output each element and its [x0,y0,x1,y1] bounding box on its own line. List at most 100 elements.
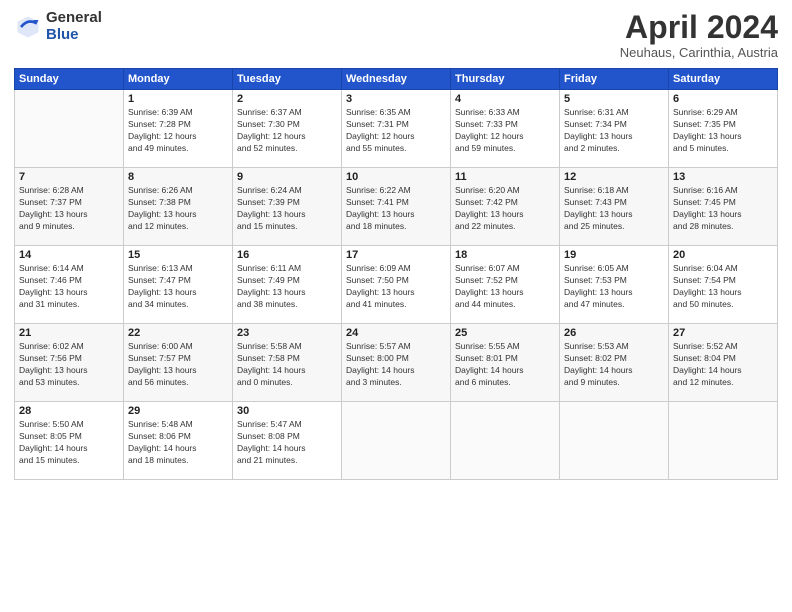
day-number: 14 [19,249,119,261]
cell-text: Sunrise: 5:47 AM Sunset: 8:08 PM Dayligh… [237,419,337,467]
calendar-cell: 7 Sunrise: 6:28 AM Sunset: 7:37 PM Daylig… [15,168,124,246]
day-number: 26 [564,327,664,339]
weekday-wednesday: Wednesday [342,69,451,90]
day-number: 16 [237,249,337,261]
day-number: 7 [19,171,119,183]
calendar-cell: 11 Sunrise: 6:20 AM Sunset: 7:42 PM Dayli… [451,168,560,246]
cell-text: Sunrise: 6:26 AM Sunset: 7:38 PM Dayligh… [128,185,228,233]
weekday-thursday: Thursday [451,69,560,90]
calendar-cell [342,402,451,480]
cell-text: Sunrise: 6:20 AM Sunset: 7:42 PM Dayligh… [455,185,555,233]
day-number: 8 [128,171,228,183]
calendar-table: SundayMondayTuesdayWednesdayThursdayFrid… [14,68,778,480]
day-number: 15 [128,249,228,261]
cell-text: Sunrise: 6:39 AM Sunset: 7:28 PM Dayligh… [128,107,228,155]
day-number: 9 [237,171,337,183]
weekday-header-row: SundayMondayTuesdayWednesdayThursdayFrid… [15,69,778,90]
cell-text: Sunrise: 5:52 AM Sunset: 8:04 PM Dayligh… [673,341,773,389]
day-number: 28 [19,405,119,417]
calendar-cell [669,402,778,480]
calendar-cell: 4 Sunrise: 6:33 AM Sunset: 7:33 PM Daylig… [451,90,560,168]
logo-icon [14,13,42,41]
logo-blue: Blue [46,27,102,44]
week-row-3: 21 Sunrise: 6:02 AM Sunset: 7:56 PM Dayli… [15,324,778,402]
calendar-cell: 28 Sunrise: 5:50 AM Sunset: 8:05 PM Dayli… [15,402,124,480]
logo: General Blue [14,10,102,43]
cell-text: Sunrise: 5:50 AM Sunset: 8:05 PM Dayligh… [19,419,119,467]
day-number: 13 [673,171,773,183]
cell-text: Sunrise: 6:04 AM Sunset: 7:54 PM Dayligh… [673,263,773,311]
day-number: 27 [673,327,773,339]
day-number: 12 [564,171,664,183]
calendar-header: SundayMondayTuesdayWednesdayThursdayFrid… [15,69,778,90]
calendar-cell: 20 Sunrise: 6:04 AM Sunset: 7:54 PM Dayli… [669,246,778,324]
cell-text: Sunrise: 6:24 AM Sunset: 7:39 PM Dayligh… [237,185,337,233]
cell-text: Sunrise: 5:55 AM Sunset: 8:01 PM Dayligh… [455,341,555,389]
cell-text: Sunrise: 6:37 AM Sunset: 7:30 PM Dayligh… [237,107,337,155]
day-number: 5 [564,93,664,105]
cell-text: Sunrise: 5:53 AM Sunset: 8:02 PM Dayligh… [564,341,664,389]
day-number: 25 [455,327,555,339]
location: Neuhaus, Carinthia, Austria [620,45,778,60]
weekday-saturday: Saturday [669,69,778,90]
day-number: 30 [237,405,337,417]
cell-text: Sunrise: 5:57 AM Sunset: 8:00 PM Dayligh… [346,341,446,389]
calendar-cell [451,402,560,480]
calendar-cell: 6 Sunrise: 6:29 AM Sunset: 7:35 PM Daylig… [669,90,778,168]
cell-text: Sunrise: 6:16 AM Sunset: 7:45 PM Dayligh… [673,185,773,233]
calendar-body: 1 Sunrise: 6:39 AM Sunset: 7:28 PM Daylig… [15,90,778,480]
calendar-cell: 26 Sunrise: 5:53 AM Sunset: 8:02 PM Dayli… [560,324,669,402]
calendar-cell: 25 Sunrise: 5:55 AM Sunset: 8:01 PM Dayli… [451,324,560,402]
calendar-cell: 10Sunrise: 6:22 AM Sunset: 7:41 PM Dayli… [342,168,451,246]
week-row-0: 1 Sunrise: 6:39 AM Sunset: 7:28 PM Daylig… [15,90,778,168]
calendar-cell: 30 Sunrise: 5:47 AM Sunset: 8:08 PM Dayli… [233,402,342,480]
cell-text: Sunrise: 6:14 AM Sunset: 7:46 PM Dayligh… [19,263,119,311]
cell-text: Sunrise: 6:29 AM Sunset: 7:35 PM Dayligh… [673,107,773,155]
cell-text: Sunrise: 5:48 AM Sunset: 8:06 PM Dayligh… [128,419,228,467]
title-block: April 2024 Neuhaus, Carinthia, Austria [620,10,778,60]
calendar-cell: 21 Sunrise: 6:02 AM Sunset: 7:56 PM Dayli… [15,324,124,402]
calendar-cell: 17Sunrise: 6:09 AM Sunset: 7:50 PM Dayli… [342,246,451,324]
weekday-friday: Friday [560,69,669,90]
day-number: 19 [564,249,664,261]
calendar-cell: 19Sunrise: 6:05 AM Sunset: 7:53 PM Dayli… [560,246,669,324]
cell-text: Sunrise: 5:58 AM Sunset: 7:58 PM Dayligh… [237,341,337,389]
day-number: 4 [455,93,555,105]
cell-text: Sunrise: 6:02 AM Sunset: 7:56 PM Dayligh… [19,341,119,389]
cell-text: Sunrise: 6:00 AM Sunset: 7:57 PM Dayligh… [128,341,228,389]
calendar-cell: 16 Sunrise: 6:11 AM Sunset: 7:49 PM Dayli… [233,246,342,324]
day-number: 3 [346,93,446,105]
week-row-2: 14 Sunrise: 6:14 AM Sunset: 7:46 PM Dayli… [15,246,778,324]
day-number: 24 [346,327,446,339]
logo-general: General [46,10,102,27]
cell-text: Sunrise: 6:22 AM Sunset: 7:41 PM Dayligh… [346,185,446,233]
calendar-cell: 14 Sunrise: 6:14 AM Sunset: 7:46 PM Dayli… [15,246,124,324]
cell-text: Sunrise: 6:33 AM Sunset: 7:33 PM Dayligh… [455,107,555,155]
calendar-cell: 2Sunrise: 6:37 AM Sunset: 7:30 PM Daylig… [233,90,342,168]
cell-text: Sunrise: 6:11 AM Sunset: 7:49 PM Dayligh… [237,263,337,311]
day-number: 22 [128,327,228,339]
day-number: 20 [673,249,773,261]
month-title: April 2024 [620,10,778,45]
cell-text: Sunrise: 6:18 AM Sunset: 7:43 PM Dayligh… [564,185,664,233]
day-number: 6 [673,93,773,105]
cell-text: Sunrise: 6:28 AM Sunset: 7:37 PM Dayligh… [19,185,119,233]
weekday-sunday: Sunday [15,69,124,90]
header: General Blue April 2024 Neuhaus, Carinth… [14,10,778,60]
calendar-cell: 23Sunrise: 5:58 AM Sunset: 7:58 PM Dayli… [233,324,342,402]
week-row-4: 28 Sunrise: 5:50 AM Sunset: 8:05 PM Dayli… [15,402,778,480]
calendar-cell: 1 Sunrise: 6:39 AM Sunset: 7:28 PM Daylig… [124,90,233,168]
calendar-cell: 9 Sunrise: 6:24 AM Sunset: 7:39 PM Daylig… [233,168,342,246]
day-number: 21 [19,327,119,339]
weekday-monday: Monday [124,69,233,90]
weekday-tuesday: Tuesday [233,69,342,90]
cell-text: Sunrise: 6:35 AM Sunset: 7:31 PM Dayligh… [346,107,446,155]
calendar-cell [560,402,669,480]
cell-text: Sunrise: 6:13 AM Sunset: 7:47 PM Dayligh… [128,263,228,311]
day-number: 11 [455,171,555,183]
calendar-cell [15,90,124,168]
day-number: 1 [128,93,228,105]
calendar-cell: 15 Sunrise: 6:13 AM Sunset: 7:47 PM Dayli… [124,246,233,324]
day-number: 18 [455,249,555,261]
calendar-cell: 18Sunrise: 6:07 AM Sunset: 7:52 PM Dayli… [451,246,560,324]
